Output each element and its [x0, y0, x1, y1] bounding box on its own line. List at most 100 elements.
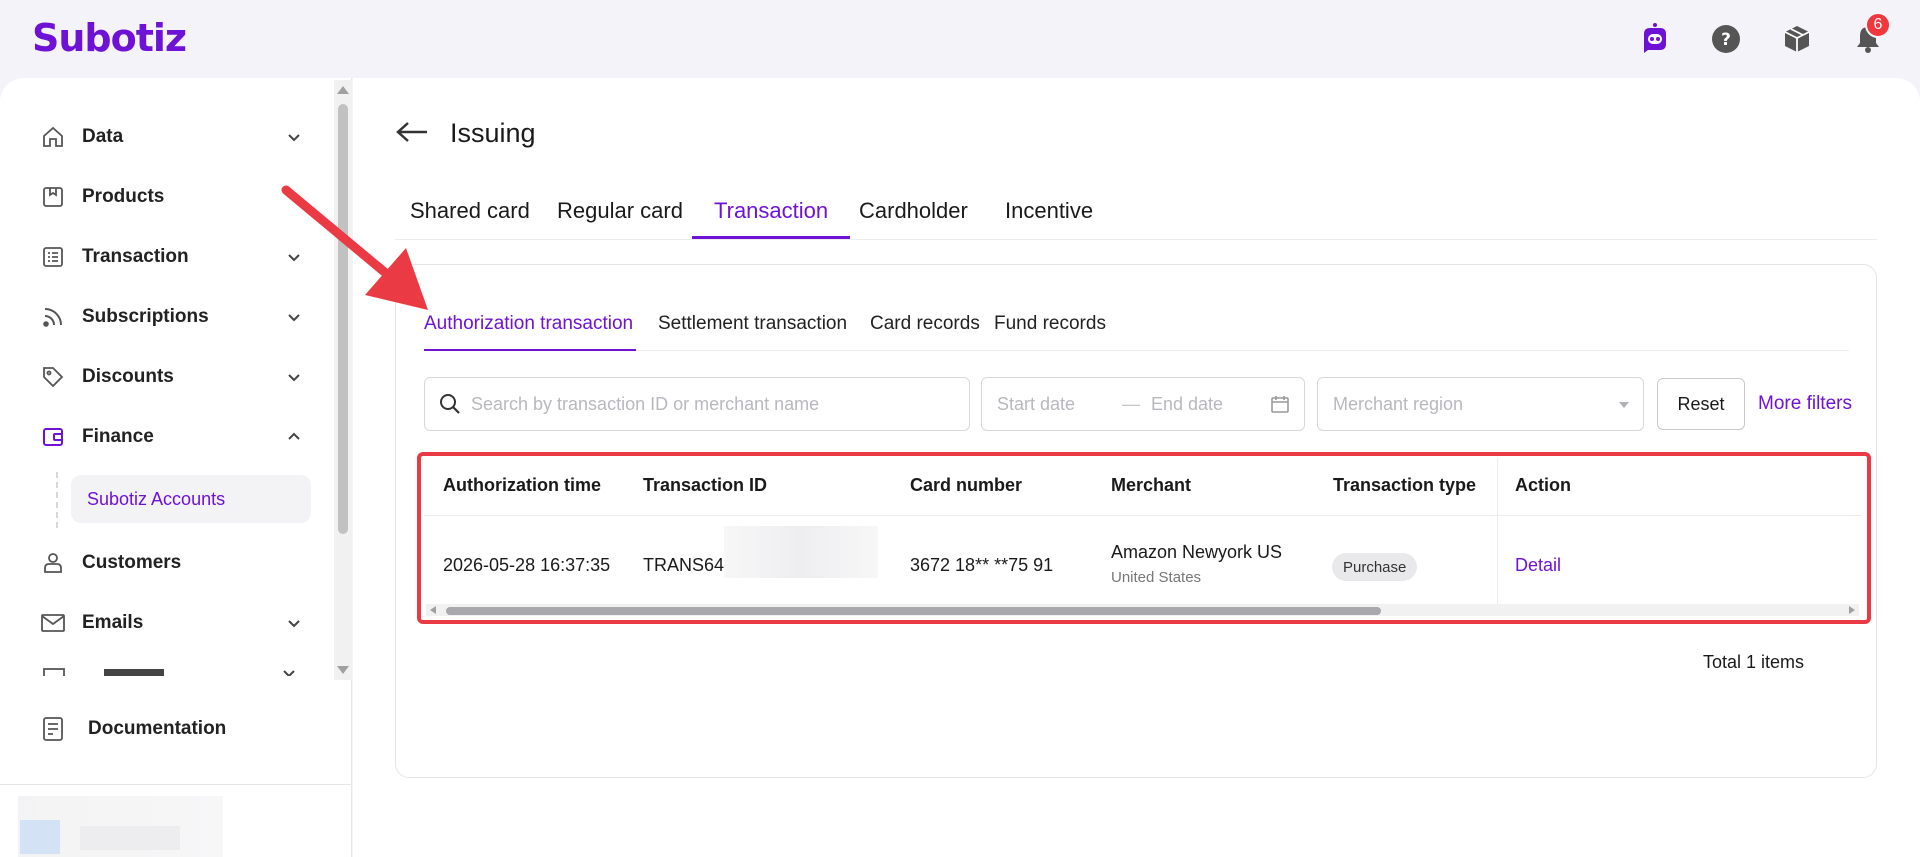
- scrollbar-thumb[interactable]: [446, 607, 1381, 615]
- logo[interactable]: Subotiz: [32, 16, 187, 60]
- merchant-region-select[interactable]: Merchant region: [1317, 377, 1644, 431]
- bell-icon[interactable]: 6: [1851, 12, 1891, 56]
- wallet-icon: [40, 424, 66, 450]
- sidebar-item-products[interactable]: Products: [40, 177, 302, 217]
- tab-shared-card[interactable]: Shared card: [410, 198, 530, 252]
- redacted-blur: [724, 526, 878, 578]
- reset-button[interactable]: Reset: [1657, 378, 1745, 430]
- tab-cardholder[interactable]: Cardholder: [859, 198, 968, 252]
- card-number-cell: 3672 18** **75 91: [910, 555, 1054, 575]
- authorization-time-cell: 2026-05-28 16:37:35: [443, 555, 611, 575]
- table-header: Authorization time Transaction ID Card n…: [424, 458, 1861, 516]
- package-icon[interactable]: [1780, 22, 1814, 56]
- list-icon: [40, 244, 66, 270]
- merchant-name: Amazon Newyork US: [1111, 542, 1283, 562]
- sidebar-subitem-subotiz-accounts[interactable]: Subotiz Accounts: [71, 475, 311, 523]
- tab-regular-card[interactable]: Regular card: [557, 198, 683, 252]
- detail-link[interactable]: Detail: [1515, 555, 1561, 576]
- sidebar-item-documentation[interactable]: Documentation: [40, 709, 302, 749]
- column-header: Merchant: [1111, 475, 1192, 495]
- chevron-down-icon: [288, 314, 300, 322]
- tree-line: [56, 472, 58, 528]
- merchant-region-placeholder: Merchant region: [1333, 393, 1464, 414]
- chevron-down-icon: [1619, 402, 1629, 408]
- page-title: Issuing: [450, 118, 536, 148]
- merchant-region: United States: [1111, 569, 1202, 586]
- mail-icon: [40, 610, 66, 636]
- search-field[interactable]: [424, 377, 970, 431]
- sidebar-item-label: Emails: [82, 612, 144, 633]
- start-date-input[interactable]: Start date: [997, 394, 1075, 415]
- subtab-settlement-transaction[interactable]: Settlement transaction: [658, 313, 847, 335]
- column-header: Authorization time: [443, 475, 601, 495]
- tab-incentive[interactable]: Incentive: [1005, 198, 1093, 252]
- sidebar-item-label: Subscriptions: [82, 306, 209, 327]
- assistant-bot-icon[interactable]: [1638, 22, 1672, 56]
- sidebar-item-data[interactable]: Data: [40, 117, 302, 157]
- home-icon: [40, 124, 66, 150]
- document-icon: [40, 716, 66, 742]
- rss-icon: [40, 304, 66, 330]
- svg-text:?: ?: [1721, 30, 1731, 50]
- subtab-fund-records[interactable]: Fund records: [994, 313, 1106, 335]
- scroll-left-arrow-icon[interactable]: [430, 606, 436, 614]
- main-tabs: Shared card Regular card Transaction Car…: [395, 186, 1877, 240]
- date-range-picker[interactable]: Start date — End date: [981, 377, 1305, 431]
- sidebar-item-finance[interactable]: Finance: [40, 417, 302, 457]
- more-filters-link[interactable]: More filters: [1758, 393, 1852, 415]
- sidebar-item-label: Finance: [82, 426, 154, 447]
- column-header: Transaction type: [1333, 475, 1477, 495]
- tab-transaction[interactable]: Transaction: [714, 198, 828, 252]
- scroll-down-arrow-icon[interactable]: [337, 666, 349, 674]
- tag-icon: [40, 364, 66, 390]
- chevron-down-icon: [288, 254, 300, 262]
- subtab-card-records[interactable]: Card records: [870, 313, 980, 335]
- sidebar-scrollbar[interactable]: [334, 80, 352, 680]
- active-subtab-indicator: [424, 349, 636, 351]
- transaction-type-badge: Purchase: [1332, 553, 1418, 581]
- sidebar-item-label: Documentation: [88, 718, 227, 739]
- main-panel: Issuing Shared card Regular card Transac…: [353, 78, 1920, 857]
- user-profile-blurred[interactable]: [18, 796, 223, 857]
- end-date-input[interactable]: End date: [1151, 394, 1223, 415]
- active-tab-indicator: [692, 236, 850, 239]
- subtab-authorization-transaction[interactable]: Authorization transaction: [424, 313, 633, 335]
- sidebar-item-partial: [40, 668, 310, 676]
- total-count: Total 1 items: [1703, 652, 1805, 672]
- divider: [0, 784, 352, 785]
- sidebar-item-transaction[interactable]: Transaction: [40, 237, 302, 277]
- transaction-card: Authorization transaction Settlement tra…: [395, 264, 1877, 778]
- back-arrow-icon[interactable]: [395, 120, 429, 144]
- person-icon: [40, 550, 66, 576]
- sidebar-item-label: Data: [82, 126, 124, 147]
- transactions-table: Authorization time Transaction ID Card n…: [424, 458, 1861, 618]
- sidebar-item-subscriptions[interactable]: Subscriptions: [40, 297, 302, 337]
- column-header: Card number: [910, 475, 1023, 495]
- chevron-down-icon: [288, 374, 300, 382]
- notification-badge: 6: [1865, 12, 1891, 38]
- scrollbar-thumb[interactable]: [338, 104, 348, 534]
- scroll-up-arrow-icon[interactable]: [337, 86, 349, 94]
- sidebar-item-discounts[interactable]: Discounts: [40, 357, 302, 397]
- help-icon[interactable]: ?: [1709, 22, 1743, 56]
- box-icon: [40, 184, 66, 210]
- sidebar-item-label: Customers: [82, 552, 182, 573]
- sidebar-item-customers[interactable]: Customers: [40, 543, 302, 583]
- top-bar: Subotiz ? 6: [0, 0, 1920, 78]
- sidebar: Data Products Transaction Subscriptions …: [0, 78, 352, 857]
- scroll-right-arrow-icon[interactable]: [1849, 606, 1855, 614]
- fixed-column-divider: [1497, 458, 1498, 608]
- table-horizontal-scrollbar[interactable]: [426, 604, 1859, 616]
- calendar-icon: [1271, 396, 1289, 413]
- chevron-down-icon: [288, 134, 300, 142]
- search-input[interactable]: [471, 393, 951, 415]
- chevron-up-icon: [288, 432, 300, 440]
- sidebar-item-label: Products: [82, 186, 165, 207]
- chevron-down-icon: [288, 194, 300, 202]
- date-separator: —: [1122, 393, 1140, 414]
- chevron-down-icon: [288, 620, 300, 628]
- sidebar-item-emails[interactable]: Emails: [40, 603, 302, 643]
- column-header: Transaction ID: [643, 475, 768, 495]
- sub-tabs: Authorization transaction Settlement tra…: [424, 303, 1849, 351]
- sidebar-item-label: Discounts: [82, 366, 174, 387]
